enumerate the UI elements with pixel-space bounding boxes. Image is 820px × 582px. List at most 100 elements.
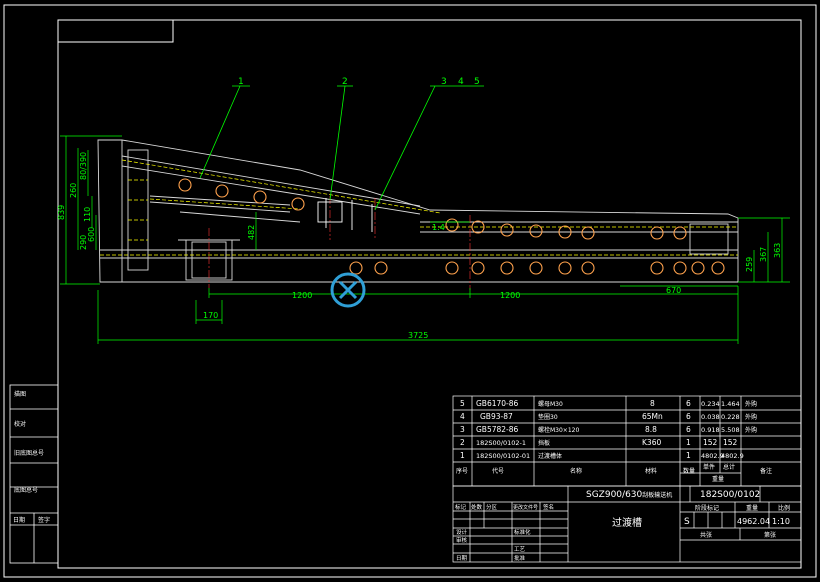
dim-110: 110 [83,207,92,222]
row2-material: 1 [686,438,691,447]
dim-259: 259 [745,257,754,272]
row3-unit: 0.918 [701,426,720,434]
label-stage: 阶段标记 [695,504,719,512]
dim-839: 839 [57,205,66,220]
row5-unit: 0.234 [701,400,720,408]
hdr-weight: 重量 [712,475,724,483]
dim-482: 482 [247,225,256,240]
row2-qty: K360 [642,438,661,447]
dim-260: 260 [69,183,78,198]
row4-material: 6 [686,412,691,421]
left-signature-strip [9,384,59,564]
dim-367: 367 [759,247,768,262]
row5-name: 螺母M30 [538,400,563,408]
title-block-text: SGZ900/630刮板输送机 182S00/0102 过渡槽 S 4962.0… [455,490,790,562]
balloon-labels: 1 2 3 4 5 [238,77,480,87]
row4-code: GB93-87 [480,412,513,421]
balloon-3: 3 [441,77,447,87]
hdr-total: 总计 [723,463,735,471]
row1-code: 182S00/0102-01 [476,452,530,460]
bolt-assemblies [317,198,373,232]
label-base-no: 底图总号 [14,486,38,494]
cad-drawing-canvas: 描图 校对 旧底图总号 底图总号 日期 签字 1 2 3 4 5 839 260… [3,4,817,578]
model-number: SGZ900/630刮板输送机 [586,490,672,500]
top-left-code-box [57,19,174,43]
hdr-count: 数量 [683,467,695,475]
row3-note: 外购 [745,426,757,434]
row3-material: 6 [686,425,691,434]
balloon-5: 5 [474,77,480,87]
row1-name: 过渡槽体 [538,452,562,460]
label-trace: 描图 [14,390,26,398]
row5-qty: 8 [650,399,655,408]
row3-name: 螺栓M30×120 [538,426,579,434]
row4-no: 4 [460,412,465,421]
row4-unit: 0.038 [701,413,720,421]
scale-value: 1:10 [772,517,790,526]
hdr-note: 备注 [760,467,772,475]
hidden-lines [100,159,738,256]
label-sheet: 第张 [764,531,776,539]
label-sign: 签字 [38,516,50,524]
leader-lines [199,85,484,211]
label-date2: 日期 [456,555,468,562]
row5-note: 外购 [745,400,757,408]
row2-name: 挡板 [538,439,550,447]
row1-material: 1 [686,451,691,460]
row2-code: 182S00/0102-1 [476,439,526,447]
label-change-no: 更改文件号 [513,504,538,511]
parts-list-text: 5 GB6170-86 螺母M30 8 6 0.234 1.464 外购 4 G… [456,399,772,483]
outer-frame [3,4,817,578]
hdr-material: 材料 [645,467,657,475]
balloon-4: 4 [458,77,464,87]
label-mark: 标记 [455,503,467,511]
hdr-unit: 单件 [703,463,715,471]
row3-no: 3 [460,425,465,434]
dim-1200-left: 1200 [292,291,312,300]
stage-mark-value: S [684,517,690,527]
drawing-number: 182S00/0102 [700,490,760,500]
label-old-base-no: 旧底图总号 [14,449,44,457]
hdr-no: 序号 [456,467,468,475]
hdr-name: 名称 [570,467,582,475]
dimension-lines [60,135,790,344]
row5-code: GB6170-86 [476,399,519,408]
left-strip-labels: 描图 校对 旧底图总号 底图总号 日期 签字 [13,390,50,524]
label-signature: 签名 [543,503,554,511]
dim-1200-right: 1200 [500,291,520,300]
row2-unit: 152 [703,438,718,447]
dim-80-390: 80/390 [79,152,88,180]
dim-363: 363 [773,243,782,258]
label-standard: 标准化 [514,528,531,536]
row2-no: 2 [460,438,465,447]
dim-170: 170 [203,311,218,320]
row3-total: 5.508 [721,426,740,434]
drawing-title: 过渡槽 [612,516,642,529]
dim-600: 600 [87,227,96,242]
label-zone: 分区 [486,503,498,511]
hdr-code: 代号 [492,467,504,475]
label-approve: 批准 [514,554,526,562]
row2-total: 152 [723,438,738,447]
row4-name: 垫圈30 [538,413,558,421]
label-process: 工艺 [514,546,526,553]
dim-3725: 3725 [408,331,428,340]
bolt-holes-lower [349,261,725,275]
dimension-texts: 839 260 80/390 110 290 600 259 367 363 4… [57,152,782,340]
row1-total: 4802.9 [721,452,744,460]
label-proofread: 校对 [14,420,26,428]
row3-code: GB5782-86 [476,425,519,434]
row5-no: 5 [460,399,465,408]
row3-qty: 8.8 [645,425,657,434]
row4-qty: 65Mn [642,412,663,421]
label-scale: 比例 [778,504,790,512]
watermark-logo [330,272,366,308]
balloon-2: 2 [342,77,348,87]
row5-material: 6 [686,399,691,408]
label-design: 设计 [456,528,468,536]
row5-total: 1.464 [721,400,740,408]
label-weight: 重量 [746,504,758,512]
balloon-1: 1 [238,77,244,87]
trough-body [97,139,739,283]
label-date: 日期 [13,516,25,524]
